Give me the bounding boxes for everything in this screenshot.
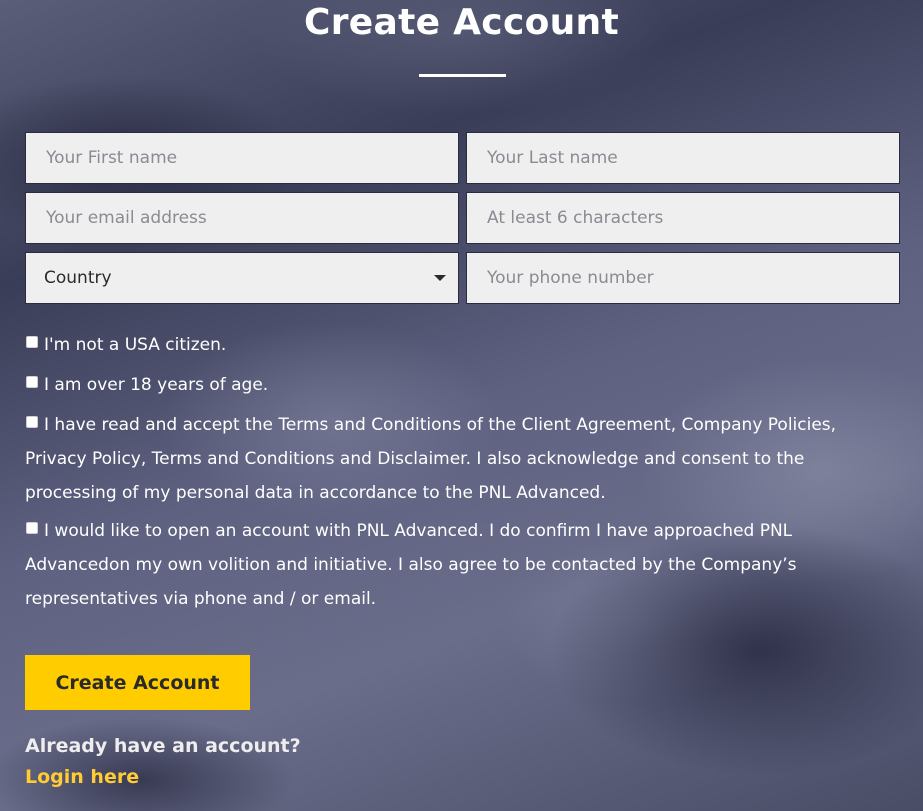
caret-down-icon	[434, 275, 446, 281]
checkbox-label: I would like to open an account with PNL…	[25, 521, 797, 609]
checkbox-item-not-usa-citizen: I'm not a USA citizen.	[25, 328, 895, 362]
country-select[interactable]: Country	[25, 252, 459, 304]
login-link[interactable]: Login here	[25, 766, 139, 788]
accept-terms-checkbox[interactable]	[26, 416, 38, 428]
email-input[interactable]	[25, 192, 459, 244]
checkbox-label: I am over 18 years of age.	[44, 375, 269, 395]
first-name-input[interactable]	[25, 132, 459, 184]
last-name-input[interactable]	[466, 132, 900, 184]
checkbox-item-terms: I have read and accept the Terms and Con…	[25, 408, 895, 510]
open-account-consent-checkbox[interactable]	[26, 522, 38, 534]
checkbox-item-over-18: I am over 18 years of age.	[25, 368, 895, 402]
checkbox-item-open-account: I would like to open an account with PNL…	[25, 514, 895, 616]
page-title: Create Account	[304, 2, 619, 43]
not-usa-citizen-checkbox[interactable]	[26, 336, 38, 348]
over-18-checkbox[interactable]	[26, 376, 38, 388]
phone-input[interactable]	[466, 252, 900, 304]
consent-checkbox-list: I'm not a USA citizen. I am over 18 year…	[25, 328, 895, 620]
signup-form-container: Create Account Country I'm not a USA cit…	[0, 0, 923, 811]
checkbox-label: I have read and accept the Terms and Con…	[25, 415, 837, 503]
create-account-button[interactable]: Create Account	[25, 655, 250, 710]
already-have-account-text: Already have an account?	[25, 735, 301, 757]
password-input[interactable]	[466, 192, 900, 244]
checkbox-label: I'm not a USA citizen.	[44, 335, 227, 355]
title-underline-divider	[419, 74, 506, 77]
country-select-value: Country	[44, 268, 112, 288]
